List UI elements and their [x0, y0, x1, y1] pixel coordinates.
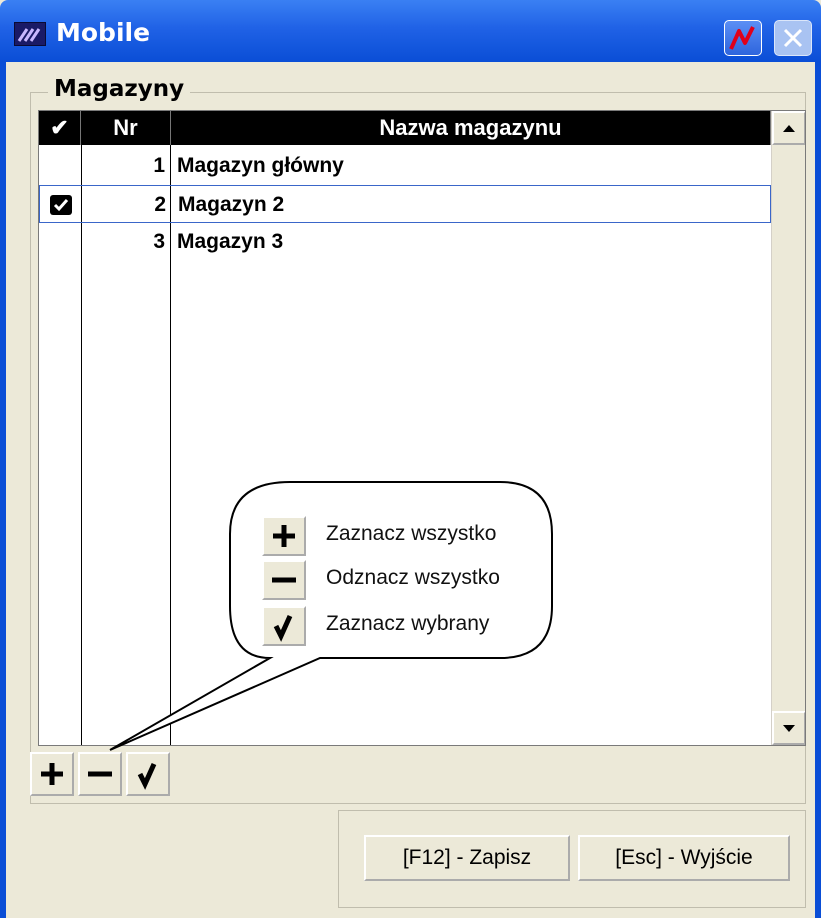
legend-label: Odznacz wszystko — [326, 566, 500, 589]
exit-button[interactable]: [Esc] - Wyjście — [578, 835, 790, 881]
legend-label: Zaznacz wybrany — [326, 612, 490, 635]
callout-bubble — [109, 481, 553, 751]
save-button[interactable]: [F12] - Zapisz — [364, 835, 570, 881]
plus-icon — [262, 516, 306, 556]
app-window: Mobile Magazyny ✔ Nr Nazwa magazynu 1 Ma… — [0, 0, 821, 918]
minus-icon — [262, 560, 306, 600]
legend-label: Zaznacz wszystko — [326, 522, 497, 545]
check-mark-icon — [262, 606, 306, 646]
